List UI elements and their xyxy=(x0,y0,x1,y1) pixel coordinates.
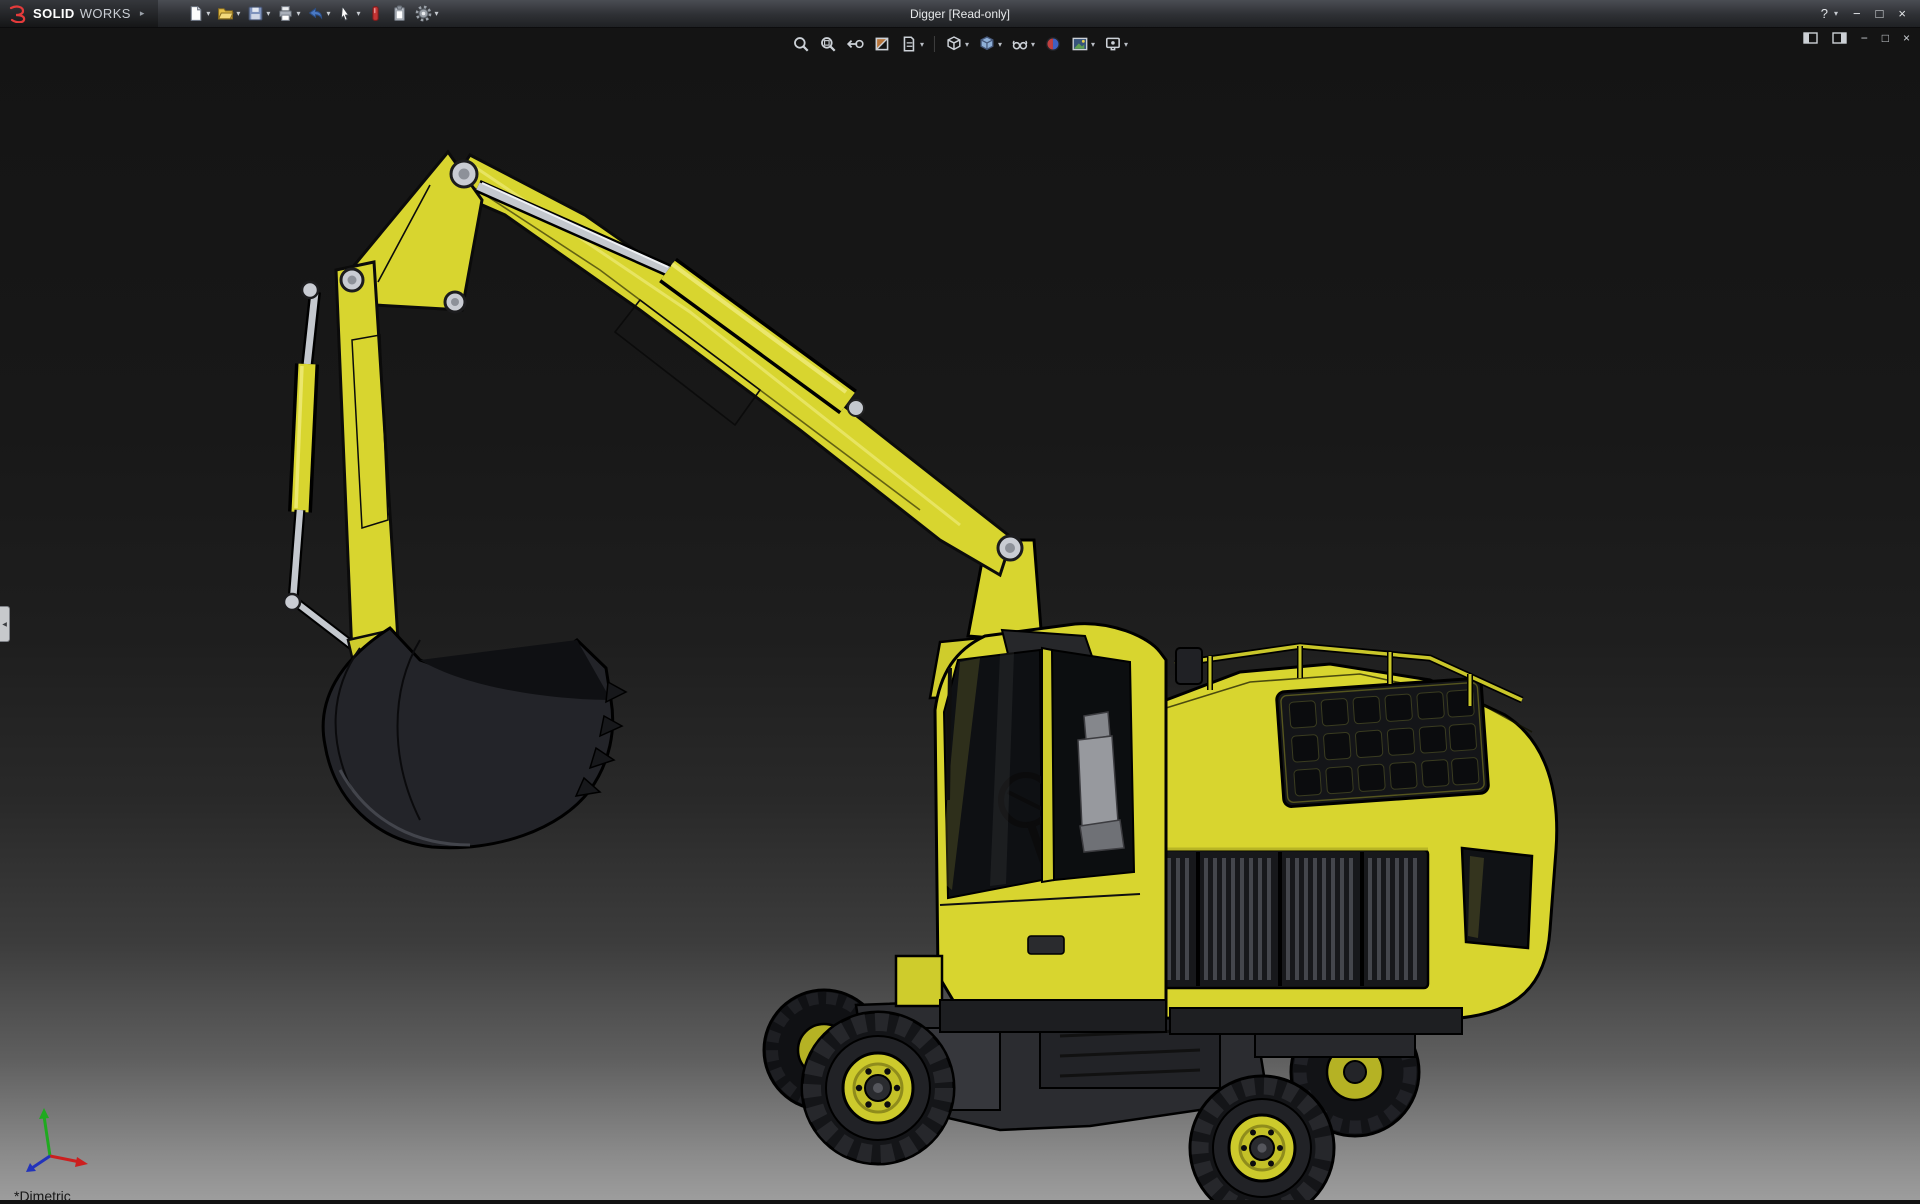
doc-minimize-button[interactable]: − xyxy=(1861,32,1868,44)
dropdown-arrow[interactable]: ▾ xyxy=(1031,40,1035,49)
z-axis-arrow xyxy=(26,1156,50,1172)
model-canvas[interactable] xyxy=(0,28,1920,1200)
hide-show-items-icon xyxy=(1011,35,1029,53)
heads-up-view-toolbar: ▾ ▾ ▾ ▾ xyxy=(790,33,1130,55)
previous-view-icon xyxy=(846,35,864,53)
apply-scene-button[interactable]: ▾ xyxy=(1069,33,1097,55)
help-dropdown-arrow[interactable]: ▾ xyxy=(1834,9,1838,18)
exhaust-stack[interactable] xyxy=(1176,648,1202,684)
zoom-to-area-icon xyxy=(819,35,837,53)
boom-assembly[interactable] xyxy=(284,152,1022,700)
clipboard-icon xyxy=(391,5,408,22)
select-button[interactable]: ▾ xyxy=(334,3,363,24)
dropdown-arrow[interactable]: ▾ xyxy=(965,40,969,49)
x-axis-arrow xyxy=(50,1156,88,1167)
display-style-button[interactable]: ▾ xyxy=(976,33,1004,55)
dropdown-arrow[interactable]: ▾ xyxy=(1091,40,1095,49)
dropdown-arrow[interactable]: ▾ xyxy=(206,9,210,18)
previous-view-button[interactable] xyxy=(844,33,866,55)
annotation-views-icon xyxy=(900,35,918,53)
view-orientation-label: *Dimetric xyxy=(14,1188,71,1204)
dropdown-arrow[interactable]: ▾ xyxy=(434,9,438,18)
save-icon xyxy=(247,5,264,22)
dropdown-arrow[interactable]: ▾ xyxy=(236,9,240,18)
upper-body[interactable] xyxy=(1112,646,1557,1034)
wheel-front-right[interactable] xyxy=(1190,1076,1334,1200)
doc-restore-button[interactable]: □ xyxy=(1882,32,1889,44)
save-button[interactable]: ▾ xyxy=(244,3,273,24)
bucket[interactable] xyxy=(323,628,626,848)
zoom-to-fit-icon xyxy=(792,35,810,53)
restore-button[interactable]: □ xyxy=(1876,7,1884,20)
hide-show-items-button[interactable]: ▾ xyxy=(1009,33,1037,55)
undo-button[interactable]: ▾ xyxy=(304,3,333,24)
brand-text-solid: SOLID xyxy=(33,6,75,21)
display-style-icon xyxy=(978,35,996,53)
section-view-icon xyxy=(873,35,891,53)
pane-toggle-right-icon xyxy=(1832,32,1847,44)
graphics-area[interactable]: ▾ ▾ ▾ ▾ xyxy=(0,28,1920,1200)
standard-toolbar: ▾ ▾ ▾ ▾ xyxy=(184,3,441,24)
wheel-front-left[interactable] xyxy=(802,1012,954,1164)
brand-text-works: WORKS xyxy=(80,6,131,21)
clipboard-button[interactable] xyxy=(388,3,411,24)
dropdown-arrow[interactable]: ▾ xyxy=(266,9,270,18)
dropdown-arrow[interactable]: ▾ xyxy=(356,9,360,18)
options-gear-icon xyxy=(415,5,432,22)
solidworks-logo-icon xyxy=(8,5,28,23)
solidworks-logo[interactable]: SOLID WORKS ▸ xyxy=(0,0,158,27)
zoom-to-area-button[interactable] xyxy=(817,33,839,55)
zoom-to-fit-button[interactable] xyxy=(790,33,812,55)
edit-appearance-toolbar-button[interactable] xyxy=(364,3,387,24)
dropdown-arrow[interactable]: ▾ xyxy=(296,9,300,18)
view-orientation-button[interactable]: ▾ xyxy=(943,33,971,55)
boom-arm[interactable] xyxy=(448,155,1012,575)
new-document-button[interactable]: ▾ xyxy=(184,3,213,24)
dropdown-arrow[interactable]: ▾ xyxy=(920,40,924,49)
edit-appearance-icon xyxy=(1044,35,1062,53)
open-document-button[interactable]: ▾ xyxy=(214,3,243,24)
options-button[interactable]: ▾ xyxy=(412,3,441,24)
help-button[interactable]: ? xyxy=(1821,7,1828,20)
appearance-icon xyxy=(367,5,384,22)
doc-close-button[interactable]: × xyxy=(1903,32,1910,44)
dropdown-arrow[interactable]: ▾ xyxy=(998,40,1002,49)
cab-skirt[interactable] xyxy=(940,1000,1166,1032)
engine-hatch[interactable] xyxy=(1276,678,1489,807)
print-icon xyxy=(277,5,294,22)
collapse-arrow: ◀ xyxy=(2,621,7,628)
view-settings-button[interactable]: ▾ xyxy=(1102,33,1130,55)
featuremanager-collapse-tab[interactable]: ◀ xyxy=(0,606,10,642)
undo-icon xyxy=(307,5,324,22)
brand-submenu-arrow[interactable]: ▸ xyxy=(140,8,145,19)
view-settings-icon xyxy=(1104,35,1122,53)
cab-step[interactable] xyxy=(896,956,942,1006)
stick-arm[interactable] xyxy=(336,262,398,655)
pane-toggle-left-button[interactable] xyxy=(1803,32,1818,44)
apply-scene-icon xyxy=(1071,35,1089,53)
title-bar: SOLID WORKS ▸ ▾ ▾ ▾ xyxy=(0,0,1920,28)
toolbar-separator xyxy=(934,36,935,52)
dropdown-arrow[interactable]: ▾ xyxy=(1124,40,1128,49)
select-cursor-icon xyxy=(337,5,354,22)
annotation-views-button[interactable]: ▾ xyxy=(898,33,926,55)
new-document-icon xyxy=(187,5,204,22)
view-orientation-icon xyxy=(945,35,963,53)
cab-handrail[interactable] xyxy=(948,668,950,800)
pane-toggle-left-icon xyxy=(1803,32,1818,44)
minimize-button[interactable]: − xyxy=(1853,7,1861,20)
window-controls: ? ▾ − □ × xyxy=(1821,7,1920,20)
y-axis-arrow xyxy=(39,1108,50,1156)
document-window-controls: − □ × xyxy=(1803,32,1910,44)
close-button[interactable]: × xyxy=(1898,7,1906,20)
dropdown-arrow[interactable]: ▾ xyxy=(326,9,330,18)
section-view-button[interactable] xyxy=(871,33,893,55)
reference-triad xyxy=(14,1104,94,1174)
print-button[interactable]: ▾ xyxy=(274,3,303,24)
window-title: Digger [Read-only] xyxy=(910,7,1010,21)
edit-appearance-button[interactable] xyxy=(1042,33,1064,55)
pane-toggle-right-button[interactable] xyxy=(1832,32,1847,44)
open-folder-icon xyxy=(217,5,234,22)
